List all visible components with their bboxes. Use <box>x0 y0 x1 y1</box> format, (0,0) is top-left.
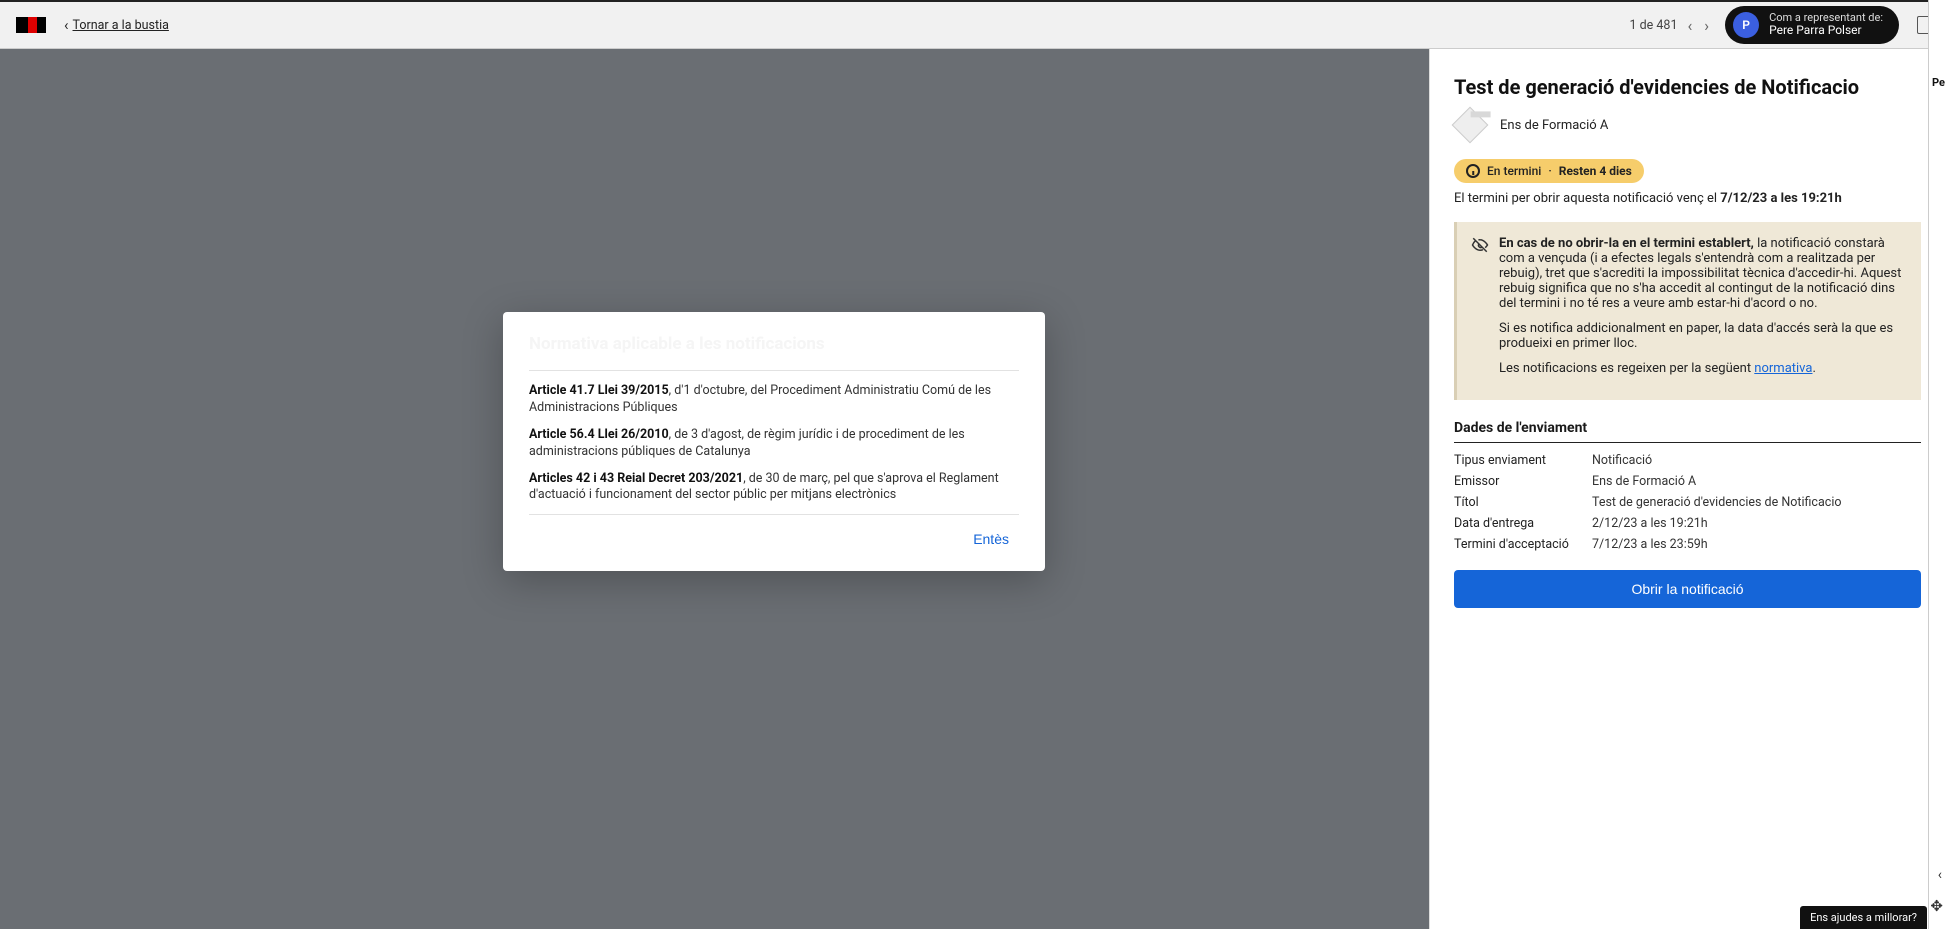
detail-panel: Test de generació d'evidencies de Notifi… <box>1429 49 1945 929</box>
normativa-modal: Normativa aplicable a les notificacions … <box>503 312 1045 571</box>
org-name: Ens de Formació A <box>1500 118 1608 133</box>
modal-article-1: Article 41.7 Llei 39/2015, d'1 d'octubre… <box>529 383 1019 417</box>
v-titol: Test de generació d'evidencies de Notifi… <box>1592 495 1921 510</box>
open-notification-button[interactable]: Obrir la notificació <box>1454 570 1921 608</box>
status-pill: En termini · Resten 4 dies <box>1454 159 1644 183</box>
status-sep: · <box>1548 164 1551 178</box>
section-title: Dades de l'enviament <box>1454 420 1921 443</box>
notice-box: En cas de no obrir-la en el termini esta… <box>1454 222 1921 400</box>
notice-p3: Les notificacions es regeixen per la seg… <box>1499 361 1905 376</box>
avatar: P <box>1733 12 1759 38</box>
logo-icon <box>16 17 46 33</box>
v-emissor: Ens de Formació A <box>1592 474 1921 489</box>
right-edge-strip: Pe ‹ ✥ <box>1928 0 1945 929</box>
notification-title: Test de generació d'evidencies de Notifi… <box>1454 75 1921 99</box>
k-accept: Termini d'acceptació <box>1454 537 1582 552</box>
status-rest: Resten 4 dies <box>1559 164 1632 178</box>
details-grid: Tipus enviament Notificació Emissor Ens … <box>1454 453 1921 552</box>
pager: 1 de 481 ‹ › <box>1630 16 1712 35</box>
main: Contingut n obrir la Normativa aplicable… <box>0 49 1945 929</box>
k-tipus: Tipus enviament <box>1454 453 1582 468</box>
v-entrega: 2/12/23 a les 19:21h <box>1592 516 1921 531</box>
notice-p2: Si es notifica addicionalment en paper, … <box>1499 321 1905 351</box>
normativa-link[interactable]: normativa <box>1754 361 1812 376</box>
user-chip[interactable]: P Com a representant de: Pere Parra Pols… <box>1725 6 1899 44</box>
pager-next[interactable]: › <box>1702 16 1711 35</box>
clock-icon <box>1466 164 1480 178</box>
k-entrega: Data d'entrega <box>1454 516 1582 531</box>
move-icon[interactable]: ✥ <box>1930 897 1943 915</box>
notice-p1: En cas de no obrir-la en el termini esta… <box>1499 236 1905 311</box>
user-text: Com a representant de: Pere Parra Polser <box>1769 12 1883 38</box>
modal-ok-button[interactable]: Entès <box>963 525 1019 553</box>
k-titol: Títol <box>1454 495 1582 510</box>
feedback-tab[interactable]: Ens ajudes a millorar? <box>1800 906 1927 929</box>
chevron-left-icon: ‹ <box>64 16 69 34</box>
status-prefix: En termini <box>1487 164 1541 178</box>
right-edge-text: Pe <box>1932 76 1945 89</box>
v-tipus: Notificació <box>1592 453 1921 468</box>
k-emissor: Emissor <box>1454 474 1582 489</box>
v-accept: 7/12/23 a les 23:59h <box>1592 537 1921 552</box>
org-logo-icon <box>1452 107 1489 144</box>
org-row: Ens de Formació A <box>1454 109 1921 141</box>
back-link[interactable]: Tornar a la bustia <box>73 18 169 33</box>
deadline-line: El termini per obrir aquesta notificació… <box>1454 191 1921 206</box>
user-line2: Pere Parra Polser <box>1769 24 1883 38</box>
pager-text: 1 de 481 <box>1630 18 1678 33</box>
pager-prev[interactable]: ‹ <box>1685 16 1694 35</box>
modal-title: Normativa aplicable a les notificacions <box>529 334 1019 354</box>
app-logo <box>16 17 46 33</box>
document-viewer: Contingut n obrir la Normativa aplicable… <box>0 49 1429 929</box>
eye-off-icon <box>1471 236 1489 254</box>
chevron-left-small-icon[interactable]: ‹ <box>1938 867 1942 883</box>
topbar: ‹ Tornar a la bustia 1 de 481 ‹ › P Com … <box>0 0 1945 49</box>
back-link-wrap: ‹ Tornar a la bustia <box>64 16 169 34</box>
modal-article-2: Article 56.4 Llei 26/2010, de 3 d'agost,… <box>529 427 1019 461</box>
modal-article-3: Articles 42 i 43 Reial Decret 203/2021, … <box>529 471 1019 505</box>
